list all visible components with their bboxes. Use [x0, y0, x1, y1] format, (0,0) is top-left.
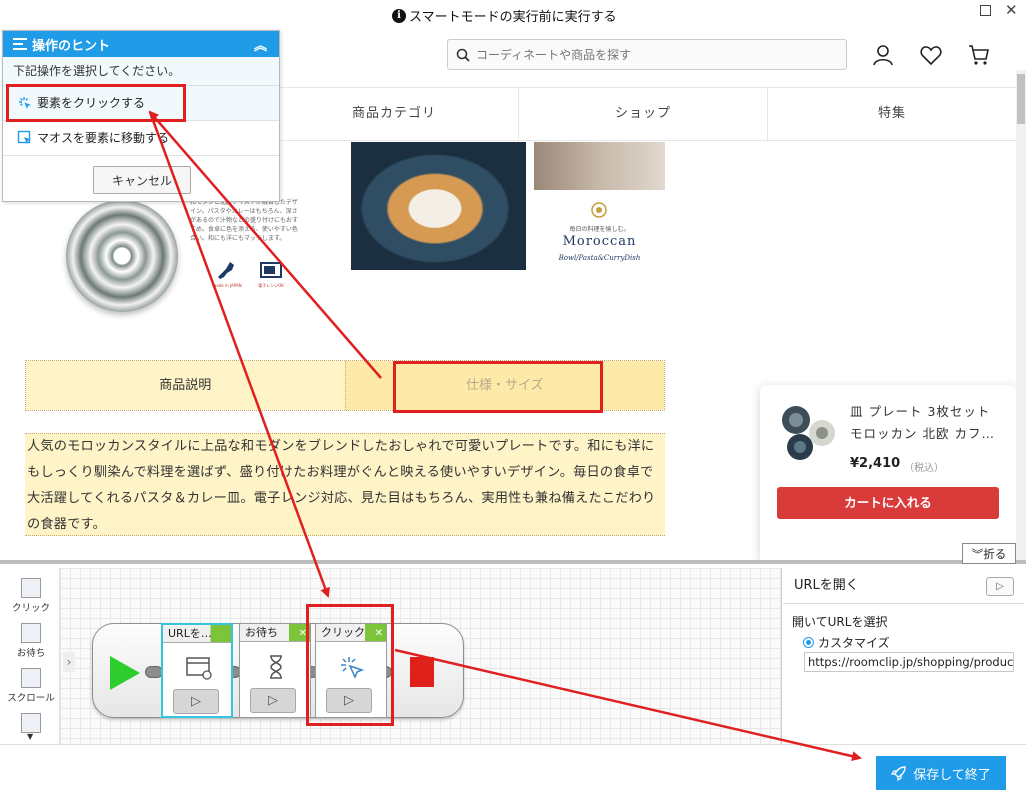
window-title: i スマートモードの実行前に実行する — [392, 6, 617, 25]
product-blurb: 和モダンと北欧テイストが融合したデザイン。パスタやカレーはもちろん、深さがあるの… — [190, 199, 299, 242]
start-icon[interactable] — [110, 656, 140, 690]
nav-item-category[interactable]: 商品カテゴリ — [270, 88, 519, 140]
hint-title: 操作のヒント — [32, 38, 111, 54]
japan-map-icon: made in JAPAN — [212, 262, 242, 288]
highlight-click-step — [306, 604, 394, 726]
play-icon[interactable]: ▷ — [986, 577, 1014, 596]
user-icon[interactable] — [871, 43, 895, 67]
customize-radio[interactable]: カスタマイズ — [803, 634, 890, 651]
panel-divider[interactable] — [0, 560, 1026, 564]
product-description: 人気のモロッカンスタイルに上品な和モダンをブレンドしたおしゃれで可愛いプレートで… — [25, 433, 665, 536]
hourglass-icon — [270, 655, 282, 679]
window-title-text: スマートモードの実行前に実行する — [409, 10, 617, 25]
page-scrollbar[interactable] — [1016, 70, 1026, 560]
moroccan-brand: Moroccan — [562, 234, 637, 249]
palette-label: お待ち — [16, 648, 46, 659]
open-url-icon — [186, 657, 212, 680]
product-card: 皿 プレート 3枚セット モロッカン 北欧 カフ… ¥2,410 （税込） カー… — [760, 385, 1016, 560]
fold-label: 折る — [983, 546, 1007, 561]
step-settings-panel: URLを開く ▷ 開いてURLを選択 カスタマイズ https://roomcl… — [783, 568, 1024, 744]
step-label: お待ち — [245, 626, 278, 639]
microwave-icon: 電子レンジOK — [258, 262, 284, 288]
palette-item-click[interactable]: クリック — [2, 578, 60, 614]
info-icon: i — [392, 8, 406, 23]
step-open-url[interactable]: URLを… ▷ — [161, 623, 233, 718]
product-tax: （税込） — [904, 463, 944, 474]
settings-field-label: 開いてURLを選択 — [792, 615, 888, 629]
stop-icon[interactable] — [410, 657, 434, 687]
page-icon — [21, 713, 41, 733]
hint-option-label: マオスを要素に移動する — [37, 130, 170, 145]
fold-button[interactable]: ︾折る — [962, 543, 1016, 564]
bottom-bar — [0, 744, 1026, 793]
radio-label: カスタマイズ — [818, 636, 890, 650]
highlight-click-option — [6, 84, 186, 122]
moroccan-photo: 毎日の料理を愉しむ。 Moroccan Bowl/Pasta&CurryDish — [534, 142, 665, 270]
title-bar: i スマートモードの実行前に実行する ✕ — [0, 0, 1026, 30]
palette-label: スクロール — [7, 693, 55, 704]
tab-description[interactable]: 商品説明 — [26, 361, 345, 410]
site-search-input[interactable] — [476, 47, 836, 62]
site-search-box[interactable] — [447, 39, 847, 70]
click-icon — [21, 578, 41, 598]
search-icon — [456, 48, 470, 62]
ornament-icon — [591, 202, 607, 218]
plate-image — [66, 200, 178, 312]
heart-icon[interactable] — [919, 43, 943, 67]
hourglass-icon — [21, 623, 41, 643]
product-name[interactable]: 皿 プレート 3枚セット モロッカン 北欧 カフ… — [850, 401, 1006, 445]
save-and-exit-button[interactable]: 保存して終了 — [876, 756, 1006, 790]
hint-subtitle: 下記操作を選択してください。 — [3, 57, 279, 86]
url-input[interactable]: https://roomclip.jp/shopping/products/6 — [804, 652, 1014, 672]
nav-item-feature[interactable]: 特集 — [768, 88, 1016, 140]
palette-label: クリック — [11, 603, 50, 614]
product-thumbnail — [782, 406, 835, 460]
fold-chevron-icon: ︾ — [971, 546, 984, 561]
palette-more-arrow-icon[interactable]: ▼ — [27, 732, 33, 741]
step-wait[interactable]: お待ち ✕ ▷ — [239, 623, 311, 718]
palette-item-scroll[interactable]: スクロール — [2, 668, 60, 704]
radio-dot-icon — [803, 637, 814, 648]
rocket-icon — [891, 766, 906, 781]
scrollbar-thumb[interactable] — [1017, 74, 1025, 124]
hint-option-hover-element[interactable]: マオスを要素に移動する — [3, 121, 279, 156]
highlight-spec-tab — [393, 361, 603, 413]
hint-header: 操作のヒント ︽ — [3, 31, 279, 57]
play-step-button[interactable]: ▷ — [173, 689, 219, 714]
play-step-button[interactable]: ▷ — [250, 688, 296, 713]
close-icon[interactable]: ✕ — [1005, 1, 1018, 19]
nav-item-shop[interactable]: ショップ — [519, 88, 768, 140]
action-palette: クリック お待ち スクロール — [2, 568, 60, 744]
curry-photo — [351, 142, 526, 270]
save-label: 保存して終了 — [913, 767, 991, 783]
badge-microwave-text: 電子レンジOK — [258, 282, 284, 288]
cutlery-photo — [534, 142, 665, 190]
cancel-button[interactable]: キャンセル — [93, 166, 191, 194]
site-nav: 商品カテゴリ ショップ 特集 — [270, 87, 1016, 141]
scroll-icon — [21, 668, 41, 688]
hover-icon — [17, 130, 31, 144]
collapse-chevron-icon[interactable]: ︽ — [254, 35, 267, 54]
moroccan-caption: 毎日の料理を愉しむ。 — [569, 226, 630, 233]
step-header: お待ち ✕ — [240, 624, 310, 642]
moroccan-sub: Bowl/Pasta&CurryDish — [558, 254, 641, 262]
maximize-icon[interactable] — [980, 5, 991, 16]
product-price: ¥2,410 — [850, 456, 901, 471]
list-icon — [13, 38, 27, 50]
expand-palette-arrow-icon[interactable]: › — [63, 652, 75, 672]
step-label: URLを… — [168, 627, 212, 640]
step-header: URLを… — [163, 625, 231, 643]
badge-japan-text: made in JAPAN — [212, 283, 241, 288]
add-to-cart-button[interactable]: カートに入れる — [777, 487, 999, 519]
palette-item-wait[interactable]: お待ち — [2, 623, 60, 659]
cart-icon[interactable] — [967, 43, 991, 67]
